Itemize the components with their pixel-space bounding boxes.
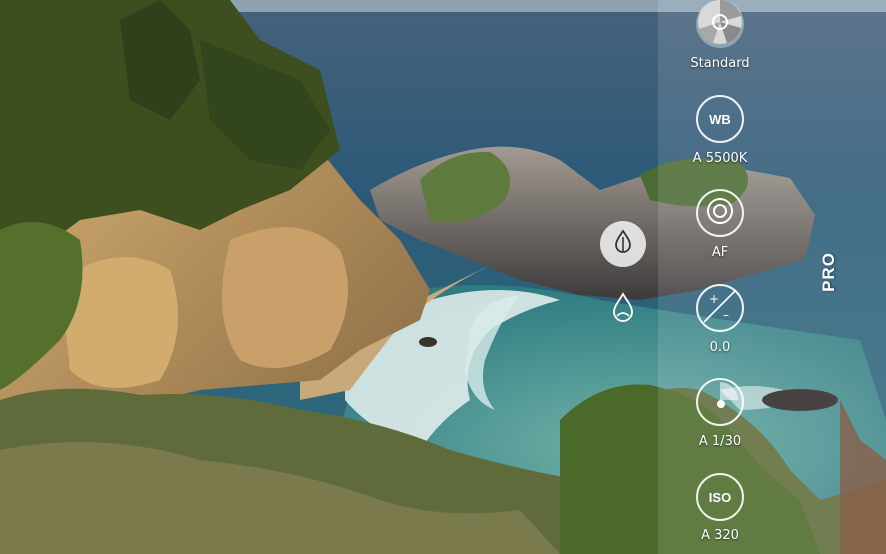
- focus-mode-label: AF: [711, 245, 729, 260]
- pro-settings-panel: [658, 0, 886, 554]
- iso-button[interactable]: ISO: [696, 473, 744, 521]
- color-tone-label: Standard: [690, 56, 750, 71]
- drops-icon: [610, 229, 636, 259]
- white-balance-button[interactable]: WB: [696, 95, 744, 143]
- effects-button[interactable]: [608, 292, 638, 326]
- filter-button[interactable]: [600, 221, 646, 267]
- svg-text:–: –: [723, 308, 729, 322]
- drops-outline-icon: [608, 292, 638, 330]
- exposure-value: 0.0: [709, 340, 731, 355]
- wb-icon: WB: [709, 111, 731, 127]
- color-tone-button[interactable]: [696, 0, 744, 48]
- iso-value: A 320: [701, 528, 739, 543]
- focus-button[interactable]: [696, 189, 744, 237]
- shutter-speed-value: A 1/30: [698, 434, 742, 449]
- pro-mode-label[interactable]: PRO: [819, 252, 839, 292]
- shutter-speed-icon: [700, 380, 740, 424]
- exposure-compensation-icon: + –: [700, 286, 740, 330]
- color-tone-icon: [697, 0, 743, 49]
- shutter-speed-button[interactable]: [696, 378, 744, 426]
- svg-text:+: +: [709, 292, 719, 306]
- focus-ring-icon: [705, 196, 735, 230]
- white-balance-value: A 5500K: [692, 151, 748, 166]
- exposure-button[interactable]: + –: [696, 284, 744, 332]
- iso-icon: ISO: [708, 489, 732, 505]
